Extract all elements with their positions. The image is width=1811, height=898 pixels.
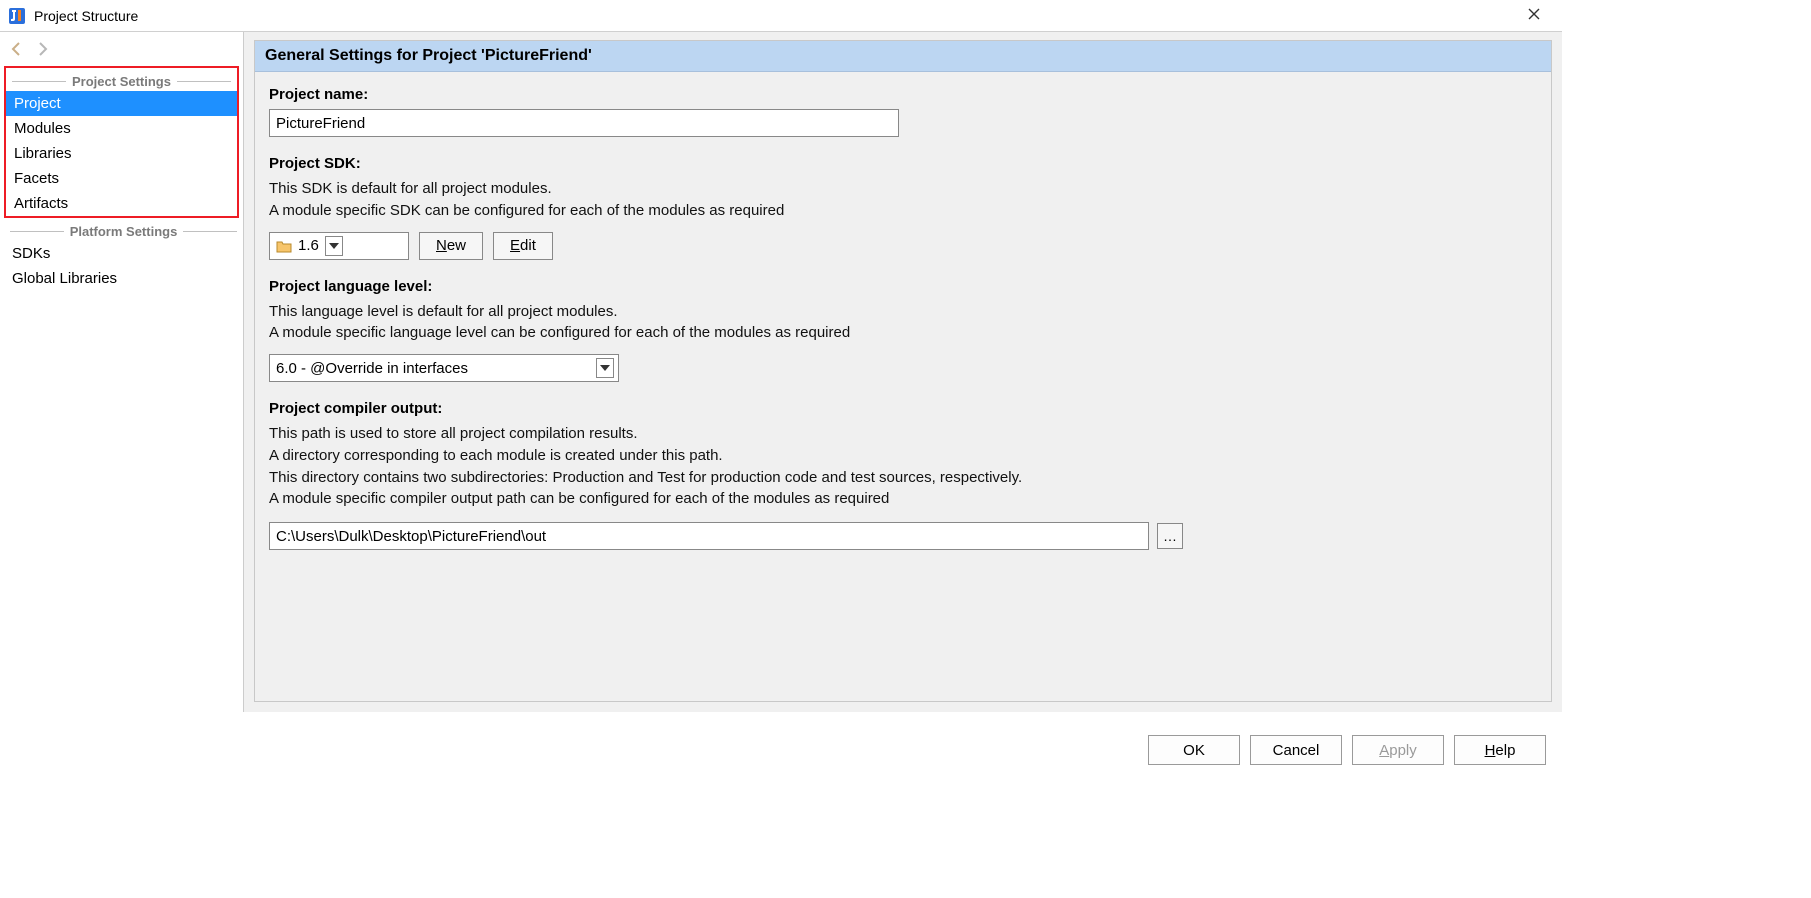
project-sdk-label: Project SDK: [269, 155, 1537, 172]
browse-button[interactable]: … [1157, 523, 1183, 549]
language-level-label: Project language level: [269, 278, 1537, 295]
project-settings-header: Project Settings [6, 72, 237, 91]
sidebar-item-label: Project [14, 95, 61, 112]
forward-icon[interactable] [34, 40, 52, 58]
sidebar-toolbar [0, 36, 243, 62]
sidebar-item-facets[interactable]: Facets [6, 166, 237, 191]
platform-settings-header: Platform Settings [4, 222, 243, 241]
folder-icon [276, 238, 292, 254]
sidebar-item-artifacts[interactable]: Artifacts [6, 191, 237, 216]
dialog-footer: OK Cancel ApplyApply HelpHelp [1148, 735, 1546, 765]
sidebar-item-label: Libraries [14, 145, 72, 162]
close-icon[interactable] [1514, 7, 1554, 25]
compiler-output-input[interactable] [269, 522, 1149, 550]
output-desc2: A directory corresponding to each module… [269, 445, 1537, 467]
sidebar-item-libraries[interactable]: Libraries [6, 141, 237, 166]
sidebar-item-label: Artifacts [14, 195, 68, 212]
sidebar-item-global-libraries[interactable]: Global Libraries [4, 266, 243, 291]
back-icon[interactable] [8, 40, 26, 58]
project-name-label: Project name: [269, 86, 1537, 103]
chevron-down-icon [596, 358, 614, 378]
general-settings-title: General Settings for Project 'PictureFri… [265, 47, 592, 64]
sidebar: Project Settings Project Modules Librari… [0, 32, 244, 712]
chevron-down-icon [325, 236, 343, 256]
general-settings-header: General Settings for Project 'PictureFri… [255, 41, 1551, 72]
language-level-value: 6.0 - @Override in interfaces [276, 360, 590, 377]
project-settings-highlight-box: Project Settings Project Modules Librari… [4, 66, 239, 218]
project-settings-label: Project Settings [72, 74, 171, 89]
apply-button[interactable]: ApplyApply [1352, 735, 1444, 765]
project-name-input[interactable] [269, 109, 899, 137]
app-icon [8, 7, 26, 25]
new-sdk-button[interactable]: NNewew [419, 232, 483, 260]
sdk-desc1: This SDK is default for all project modu… [269, 178, 1537, 200]
ellipsis-icon: … [1163, 528, 1177, 544]
sidebar-item-sdks[interactable]: SDKs [4, 241, 243, 266]
sdk-desc2: A module specific SDK can be configured … [269, 200, 1537, 222]
sidebar-item-label: Modules [14, 120, 71, 137]
sidebar-item-label: SDKs [12, 245, 50, 262]
sidebar-item-modules[interactable]: Modules [6, 116, 237, 141]
ok-button[interactable]: OK [1148, 735, 1240, 765]
lang-desc2: A module specific language level can be … [269, 322, 1537, 344]
main-panel: General Settings for Project 'PictureFri… [244, 32, 1562, 712]
help-button[interactable]: HelpHelp [1454, 735, 1546, 765]
window-title: Project Structure [34, 8, 1514, 24]
output-desc3: This directory contains two subdirectori… [269, 467, 1537, 489]
language-level-combo[interactable]: 6.0 - @Override in interfaces [269, 354, 619, 382]
sidebar-item-project[interactable]: Project [6, 91, 237, 116]
lang-desc1: This language level is default for all p… [269, 301, 1537, 323]
sidebar-item-label: Facets [14, 170, 59, 187]
sdk-value: 1.6 [298, 237, 319, 254]
sdk-combo[interactable]: 1.6 [269, 232, 409, 260]
cancel-button[interactable]: Cancel [1250, 735, 1342, 765]
sidebar-item-label: Global Libraries [12, 270, 117, 287]
output-desc1: This path is used to store all project c… [269, 423, 1537, 445]
platform-settings-label: Platform Settings [70, 224, 178, 239]
compiler-output-label: Project compiler output: [269, 400, 1537, 417]
edit-sdk-button[interactable]: EEditdit [493, 232, 553, 260]
titlebar: Project Structure [0, 0, 1562, 32]
output-desc4: A module specific compiler output path c… [269, 488, 1537, 510]
